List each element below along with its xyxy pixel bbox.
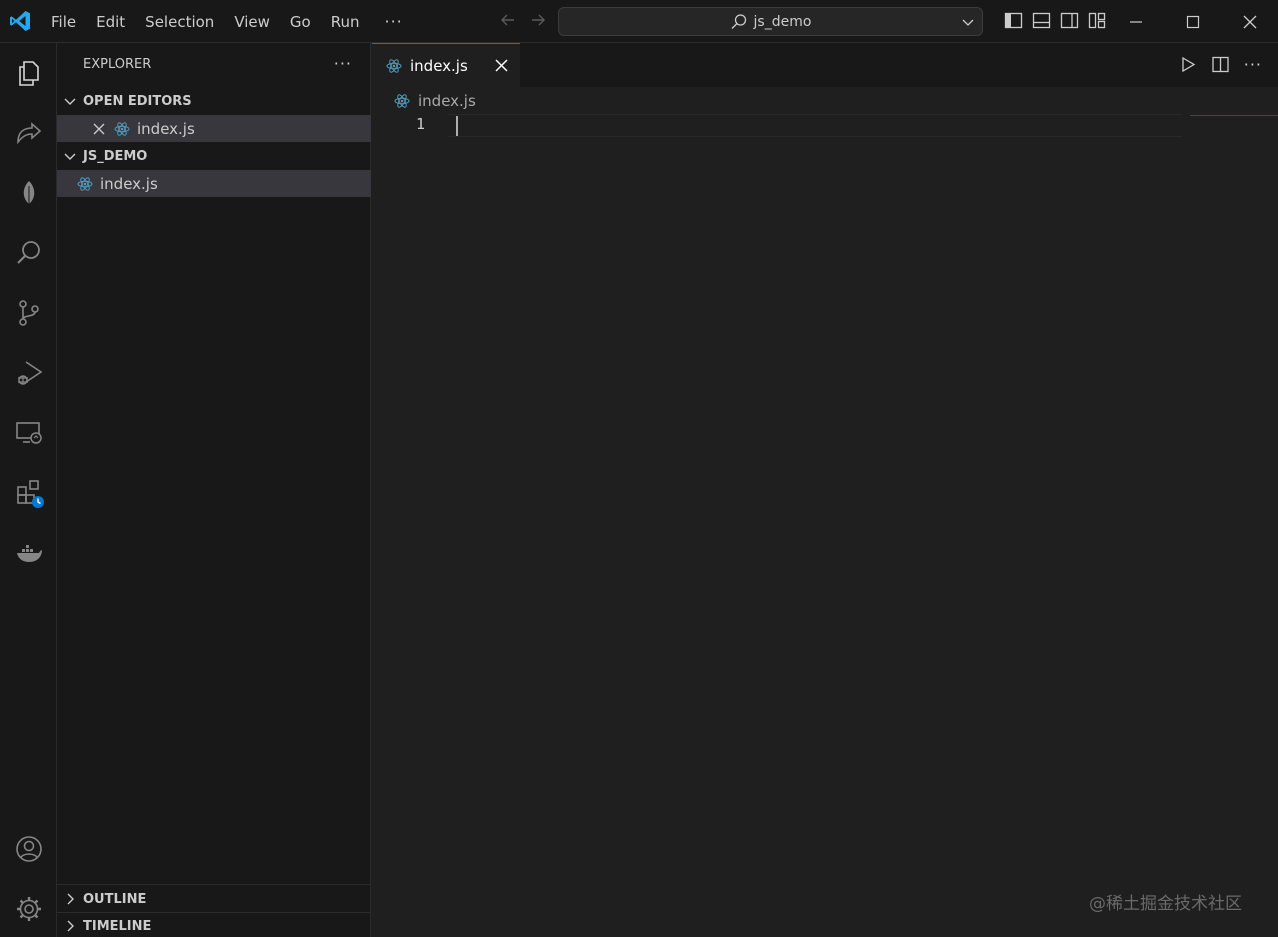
activity-extensions[interactable] (0, 469, 57, 517)
title-bar: File Edit Selection View Go Run ··· js_d… (0, 0, 1278, 43)
outline-divider (57, 884, 371, 885)
react-file-icon (386, 58, 402, 73)
editor-more-icon[interactable]: ··· (1244, 55, 1262, 74)
menu-file[interactable]: File (51, 13, 76, 31)
chevron-down-icon[interactable] (960, 14, 976, 30)
chevron-down-icon (64, 153, 76, 160)
source-control-icon (18, 300, 39, 326)
vscode-logo-icon (10, 11, 30, 31)
chevron-right-icon (67, 920, 74, 932)
remote-explorer-icon (15, 422, 42, 444)
customize-layout-icon[interactable] (1088, 11, 1107, 30)
react-file-icon (114, 121, 130, 136)
breadcrumb-filename: index.js (418, 92, 476, 110)
back-arrow-icon[interactable] (498, 10, 518, 30)
folder-label: JS_DEMO (83, 148, 148, 164)
line-number: 1 (415, 115, 425, 133)
activity-docker[interactable] (0, 529, 57, 577)
menu-selection[interactable]: Selection (145, 13, 214, 31)
live-share-icon (16, 122, 41, 145)
editor-tab-bar: index.js ··· (372, 43, 1278, 87)
toggle-secondary-sidebar-icon[interactable] (1060, 11, 1079, 30)
chevron-right-icon (67, 893, 74, 905)
minimize-button[interactable] (1107, 0, 1164, 43)
docker-icon (16, 545, 42, 562)
explorer-title: EXPLORER (83, 57, 152, 72)
command-center-search[interactable]: js_demo (558, 7, 983, 36)
js-demo-folder-section[interactable]: JS_DEMO (57, 143, 371, 169)
outline-section[interactable]: OUTLINE (57, 886, 371, 912)
files-icon (18, 61, 39, 86)
gear-icon (16, 897, 41, 921)
menu-view[interactable]: View (234, 13, 270, 31)
current-line-highlight (448, 114, 1182, 137)
activity-manage[interactable] (0, 885, 57, 933)
activity-accounts[interactable] (0, 825, 57, 873)
open-editors-label: OPEN EDITORS (83, 93, 192, 109)
toggle-panel-icon[interactable] (1032, 11, 1051, 30)
open-editor-item[interactable]: index.js (57, 115, 371, 142)
maximize-icon (1186, 15, 1199, 28)
file-tree-item[interactable]: index.js (57, 170, 371, 197)
close-icon[interactable] (493, 57, 510, 74)
activity-bar (0, 43, 57, 937)
forward-arrow-icon[interactable] (528, 10, 548, 30)
menu-bar: File Edit Selection View Go Run ··· (51, 0, 423, 43)
leaf-icon (23, 181, 34, 206)
search-icon (731, 13, 746, 29)
open-editors-section[interactable]: OPEN EDITORS (57, 88, 371, 114)
split-editor-icon[interactable] (1211, 55, 1230, 74)
account-icon (15, 836, 42, 862)
breadcrumb[interactable]: index.js (394, 89, 476, 113)
react-file-icon (394, 94, 410, 108)
explorer-more-icon[interactable]: ··· (334, 54, 352, 73)
chevron-down-icon (64, 98, 76, 105)
timeline-section[interactable]: TIMELINE (57, 913, 371, 937)
activity-search[interactable] (0, 229, 57, 277)
activity-explorer[interactable] (0, 49, 57, 97)
menu-edit[interactable]: Edit (96, 13, 125, 31)
toggle-primary-sidebar-icon[interactable] (1004, 11, 1023, 30)
run-debug-icon (17, 361, 42, 385)
run-file-icon[interactable] (1178, 55, 1197, 74)
minimize-icon (1129, 20, 1142, 23)
activity-run-debug[interactable] (0, 349, 57, 397)
search-icon (16, 241, 40, 264)
activity-remote-share[interactable] (0, 109, 57, 157)
close-icon (1243, 15, 1256, 28)
close-window-button[interactable] (1221, 0, 1278, 43)
outline-label: OUTLINE (83, 891, 147, 907)
open-editor-filename: index.js (137, 119, 195, 138)
menu-more-icon[interactable]: ··· (385, 12, 403, 31)
tab-index-js[interactable]: index.js (372, 43, 520, 87)
window-controls (1107, 0, 1278, 43)
file-tree-filename: index.js (100, 174, 158, 193)
editor-actions: ··· (1178, 55, 1262, 74)
navigation-arrows (498, 10, 548, 30)
explorer-sidebar: EXPLORER ··· OPEN EDITORS index.js JS_DE… (57, 43, 371, 937)
activity-mongodb[interactable] (0, 169, 57, 217)
menu-go[interactable]: Go (290, 13, 311, 31)
timeline-label: TIMELINE (83, 918, 152, 934)
activity-remote-explorer[interactable] (0, 409, 57, 457)
tab-label: index.js (410, 56, 468, 75)
menu-run[interactable]: Run (331, 13, 360, 31)
watermark: @稀土掘金技术社区 (1089, 894, 1242, 914)
extensions-icon (16, 480, 44, 508)
maximize-button[interactable] (1164, 0, 1221, 43)
activity-source-control[interactable] (0, 289, 57, 337)
minimap-slider[interactable] (1190, 115, 1278, 116)
text-cursor (456, 116, 458, 136)
layout-controls (1004, 11, 1107, 30)
react-file-icon (77, 176, 93, 191)
close-icon[interactable] (91, 121, 107, 137)
search-text: js_demo (753, 13, 812, 30)
